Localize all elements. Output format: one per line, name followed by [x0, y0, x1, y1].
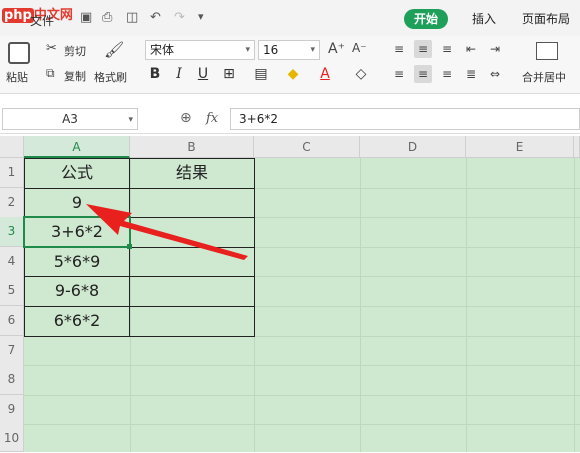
arrow-shape: [86, 204, 248, 260]
annotation-arrow: [86, 204, 248, 260]
